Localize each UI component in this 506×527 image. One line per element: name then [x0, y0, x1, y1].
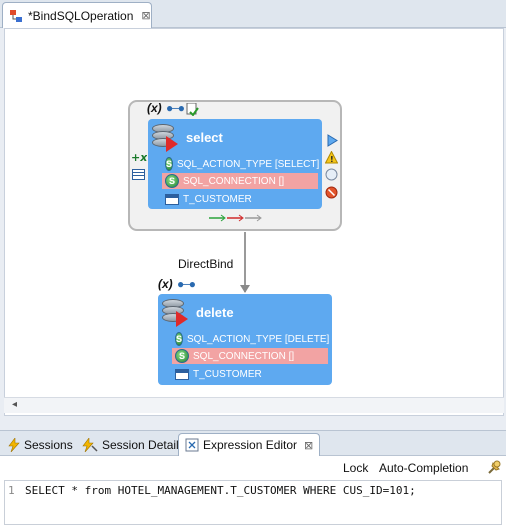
lock-button[interactable]: Lock [343, 461, 368, 475]
variable-x-icon[interactable]: (x) [147, 101, 162, 115]
operation-diagram-icon [10, 9, 22, 22]
tab-sessions[interactable]: Sessions [2, 433, 79, 456]
connector-arrowhead [240, 285, 250, 293]
select-node-title: select [186, 130, 223, 145]
prop-label: SQL_ACTION_TYPE [SELECT] [177, 158, 320, 170]
warning-icon[interactable]: ! [325, 151, 338, 164]
script-s-icon: S [165, 174, 179, 188]
sql-expression-text[interactable]: SELECT * from HOTEL_MANAGEMENT.T_CUSTOME… [25, 484, 416, 497]
delete-node-title: delete [196, 305, 234, 320]
table-icon [175, 368, 189, 380]
tab-label: Session Detail [102, 437, 179, 452]
editor-tabbar: *BindSQLOperation ⊠ [0, 0, 506, 28]
prop-label: SQL_CONNECTION [] [193, 350, 295, 362]
link-icon[interactable]: ●─● [177, 277, 196, 291]
database-icon [162, 299, 188, 329]
horizontal-scrollbar[interactable]: ◂ [4, 397, 504, 413]
tab-session-detail[interactable]: Session Detail [76, 433, 185, 456]
editor-tab-title: *BindSQLOperation [28, 8, 134, 23]
link-icon[interactable]: ●─● [166, 101, 185, 115]
select-prop-sql-action-type[interactable]: S SQL_ACTION_TYPE [SELECT] [162, 156, 320, 172]
line-number: 1 [8, 484, 15, 497]
document-check-icon[interactable] [186, 103, 199, 116]
table-view-icon[interactable] [132, 168, 145, 181]
pin-icon[interactable] [485, 459, 503, 477]
lightning-tools-icon [82, 437, 98, 452]
status-circle-icon[interactable] [325, 168, 338, 181]
editor-tab-bindsqloperation[interactable]: *BindSQLOperation ⊠ [2, 2, 152, 28]
script-s-icon: S [165, 157, 174, 171]
delete-prop-t-customer[interactable]: T_CUSTOMER [172, 366, 328, 382]
tab-label: Expression Editor [203, 438, 298, 452]
expression-icon [185, 438, 199, 452]
delete-prop-sql-connection[interactable]: S SQL_CONNECTION [] [172, 348, 328, 364]
stop-icon[interactable] [325, 186, 338, 199]
prop-label: SQL_CONNECTION [] [183, 175, 285, 187]
close-icon[interactable]: ⊠ [304, 439, 313, 452]
prop-label: SQL_ACTION_TYPE [DELETE] [187, 333, 330, 345]
connector-label: DirectBind [178, 257, 234, 271]
svg-text:+x: +x [131, 151, 147, 163]
app-window: *BindSQLOperation ⊠ (x) ●─● select S SQL… [0, 0, 506, 527]
database-icon [152, 124, 178, 154]
auto-completion-button[interactable]: Auto-Completion [379, 461, 468, 475]
directbind-connector[interactable] [244, 232, 246, 292]
script-s-icon: S [175, 332, 184, 346]
delete-prop-sql-action-type[interactable]: S SQL_ACTION_TYPE [DELETE] [172, 331, 330, 347]
expression-input[interactable]: 1 SELECT * from HOTEL_MANAGEMENT.T_CUSTO… [4, 480, 502, 525]
script-s-icon: S [175, 349, 189, 363]
transition-arrows-icon[interactable] [208, 212, 264, 224]
prop-label: T_CUSTOMER [193, 368, 262, 380]
lightning-icon [8, 437, 20, 452]
svg-text:!: ! [330, 155, 334, 164]
table-icon [165, 193, 179, 205]
tab-expression-editor[interactable]: Expression Editor ⊠ [178, 433, 321, 456]
close-icon[interactable]: ⊠ [141, 9, 150, 22]
select-prop-sql-connection[interactable]: S SQL_CONNECTION [] [162, 173, 318, 189]
prop-label: T_CUSTOMER [183, 193, 252, 205]
bottom-panel-tabbar: Sessions Session Detail Expression Edito… [0, 430, 506, 456]
add-variable-icon[interactable]: +x [131, 150, 147, 163]
scroll-left-icon[interactable]: ◂ [12, 399, 17, 410]
play-arrow-icon[interactable] [326, 134, 339, 147]
expression-editor: Lock Auto-Completion 1 SELECT * from HOT… [0, 456, 506, 527]
select-prop-t-customer[interactable]: T_CUSTOMER [162, 191, 318, 207]
variable-x-icon[interactable]: (x) [158, 277, 173, 291]
tab-label: Sessions [24, 437, 73, 452]
